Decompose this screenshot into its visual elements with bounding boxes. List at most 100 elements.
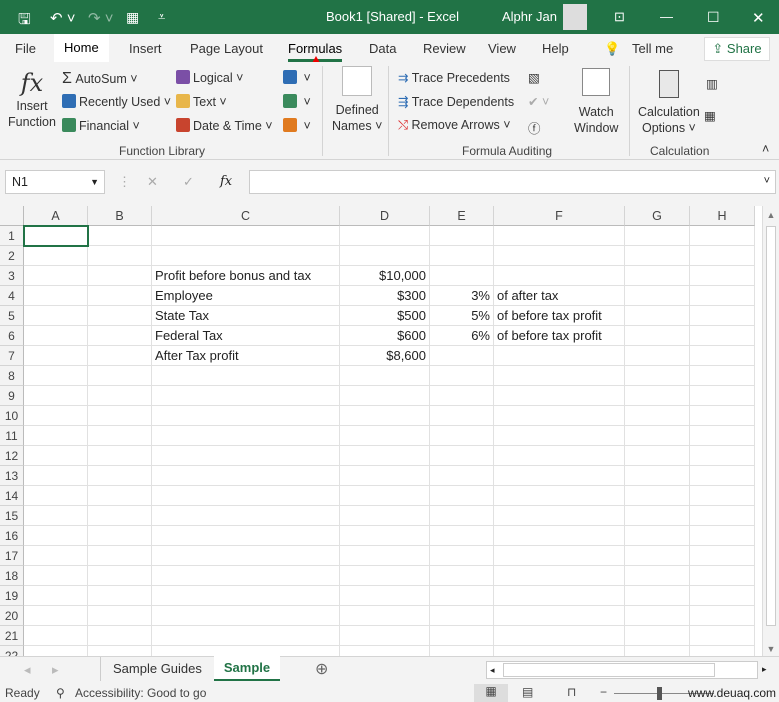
cell-D16[interactable] <box>340 526 430 546</box>
cell-A3[interactable] <box>24 266 88 286</box>
cell-C11[interactable] <box>152 426 340 446</box>
column-header-E[interactable]: E <box>430 206 494 226</box>
row-header-22[interactable]: 22 <box>0 646 24 656</box>
cell-G16[interactable] <box>625 526 690 546</box>
cell-H10[interactable] <box>690 406 755 426</box>
logical-button[interactable]: Logical ˅ <box>176 70 243 85</box>
error-checking-icon[interactable]: ✔ ˅ <box>528 94 549 109</box>
cell-D12[interactable] <box>340 446 430 466</box>
cell-H3[interactable] <box>690 266 755 286</box>
cell-E7[interactable] <box>430 346 494 366</box>
vertical-scrollbar[interactable]: ▲ ▼ <box>762 206 779 656</box>
cell-G19[interactable] <box>625 586 690 606</box>
calculation-options-button[interactable]: Calculation Options ˅ <box>638 70 700 136</box>
insert-function-icon[interactable]: fx <box>220 174 232 189</box>
cell-C3[interactable]: Profit before bonus and tax <box>152 266 340 286</box>
select-all-button[interactable] <box>0 206 24 226</box>
cell-E2[interactable] <box>430 246 494 266</box>
form-icon[interactable]: ▦ <box>126 9 139 26</box>
cell-A18[interactable] <box>24 566 88 586</box>
cell-C15[interactable] <box>152 506 340 526</box>
name-box[interactable]: N1 ▼ <box>5 170 105 194</box>
cell-F9[interactable] <box>494 386 625 406</box>
row-header-21[interactable]: 21 <box>0 626 24 646</box>
cell-A22[interactable] <box>24 646 88 656</box>
cell-G10[interactable] <box>625 406 690 426</box>
cell-B22[interactable] <box>88 646 152 656</box>
tab-page-layout[interactable]: Page Layout <box>190 41 263 56</box>
prev-sheet-icon[interactable]: ◂ <box>24 662 31 678</box>
cell-D11[interactable] <box>340 426 430 446</box>
trace-precedents-button[interactable]: ⇉ Trace Precedents <box>398 70 510 85</box>
cell-F7[interactable] <box>494 346 625 366</box>
tab-home[interactable]: Home <box>54 34 109 62</box>
cell-F2[interactable] <box>494 246 625 266</box>
zoom-out-icon[interactable]: − <box>600 685 607 699</box>
row-header-20[interactable]: 20 <box>0 606 24 626</box>
cell-A13[interactable] <box>24 466 88 486</box>
math-trig-button[interactable]: ˅ <box>283 94 311 109</box>
cell-G6[interactable] <box>625 326 690 346</box>
cell-F11[interactable] <box>494 426 625 446</box>
cell-C7[interactable]: After Tax profit <box>152 346 340 366</box>
cell-B11[interactable] <box>88 426 152 446</box>
cell-C6[interactable]: Federal Tax <box>152 326 340 346</box>
trace-dependents-button[interactable]: ⇶ Trace Dependents <box>398 94 514 109</box>
cell-G22[interactable] <box>625 646 690 656</box>
cell-B3[interactable] <box>88 266 152 286</box>
cell-G14[interactable] <box>625 486 690 506</box>
cell-D9[interactable] <box>340 386 430 406</box>
cell-E14[interactable] <box>430 486 494 506</box>
row-header-3[interactable]: 3 <box>0 266 24 286</box>
horizontal-scrollbar[interactable]: ◂ <box>486 661 758 679</box>
column-header-F[interactable]: F <box>494 206 625 226</box>
cell-E17[interactable] <box>430 546 494 566</box>
evaluate-formula-icon[interactable]: ⓕ <box>528 118 541 137</box>
cell-B15[interactable] <box>88 506 152 526</box>
cell-B4[interactable] <box>88 286 152 306</box>
cell-G21[interactable] <box>625 626 690 646</box>
cell-D15[interactable] <box>340 506 430 526</box>
row-header-6[interactable]: 6 <box>0 326 24 346</box>
cell-G4[interactable] <box>625 286 690 306</box>
cell-A21[interactable] <box>24 626 88 646</box>
column-header-G[interactable]: G <box>625 206 690 226</box>
cell-H12[interactable] <box>690 446 755 466</box>
cell-D22[interactable] <box>340 646 430 656</box>
cell-F4[interactable]: of after tax <box>494 286 625 306</box>
cell-H16[interactable] <box>690 526 755 546</box>
collapse-ribbon-icon[interactable]: ˄ <box>762 142 769 156</box>
row-header-12[interactable]: 12 <box>0 446 24 466</box>
cell-D18[interactable] <box>340 566 430 586</box>
autosum-button[interactable]: Σ AutoSum ˅ <box>62 70 138 88</box>
cell-B12[interactable] <box>88 446 152 466</box>
cell-A19[interactable] <box>24 586 88 606</box>
row-header-13[interactable]: 13 <box>0 466 24 486</box>
cell-A5[interactable] <box>24 306 88 326</box>
column-header-D[interactable]: D <box>340 206 430 226</box>
redo-icon[interactable]: ↷ ˅ <box>88 9 114 27</box>
lookup-button[interactable]: ˅ <box>283 70 311 85</box>
cell-E13[interactable] <box>430 466 494 486</box>
share-button[interactable]: ⇪ Share <box>704 37 770 61</box>
cell-F5[interactable]: of before tax profit <box>494 306 625 326</box>
cell-G3[interactable] <box>625 266 690 286</box>
cell-A14[interactable] <box>24 486 88 506</box>
cell-H18[interactable] <box>690 566 755 586</box>
cell-E12[interactable] <box>430 446 494 466</box>
cell-C13[interactable] <box>152 466 340 486</box>
cell-E21[interactable] <box>430 626 494 646</box>
cell-G1[interactable] <box>625 226 690 246</box>
cell-G17[interactable] <box>625 546 690 566</box>
maximize-icon[interactable]: ☐ <box>707 9 720 26</box>
cell-D5[interactable]: $500 <box>340 306 430 326</box>
cell-E6[interactable]: 6% <box>430 326 494 346</box>
cell-A12[interactable] <box>24 446 88 466</box>
cell-B8[interactable] <box>88 366 152 386</box>
cell-G2[interactable] <box>625 246 690 266</box>
cell-G18[interactable] <box>625 566 690 586</box>
hscroll-thumb[interactable] <box>503 663 715 677</box>
undo-icon[interactable]: ↶ ˅ <box>50 9 76 27</box>
cell-A4[interactable] <box>24 286 88 306</box>
cell-G13[interactable] <box>625 466 690 486</box>
